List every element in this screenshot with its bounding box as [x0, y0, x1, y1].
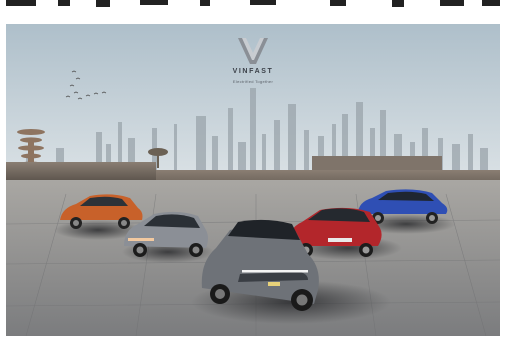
left-wall	[6, 162, 156, 180]
adjacent-content-strip	[0, 0, 506, 24]
brand-tagline: Electrified Together	[232, 79, 274, 84]
raised-block	[312, 156, 442, 170]
vinfast-lineup-photo: VINFAST Electrified Together	[6, 24, 500, 336]
brand-name: VINFAST	[232, 68, 274, 75]
